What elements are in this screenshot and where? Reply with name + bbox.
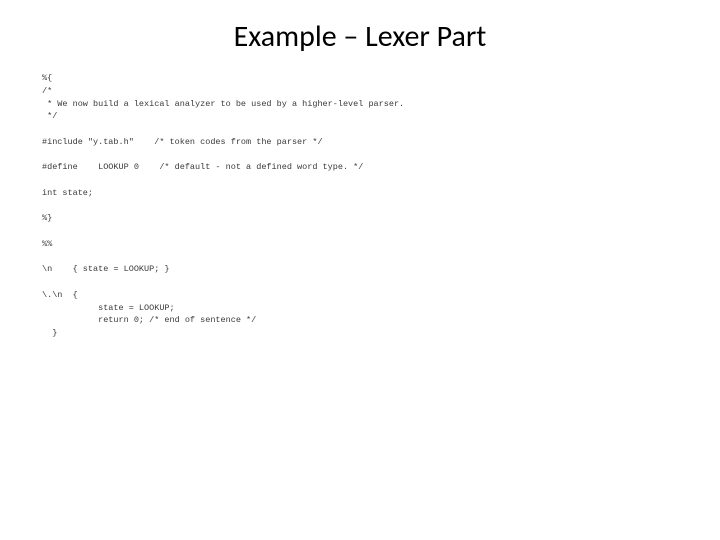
slide: Example – Lexer Part %{ /* * We now buil…	[0, 0, 720, 540]
code-block: %{ /* * We now build a lexical analyzer …	[42, 72, 672, 340]
slide-title: Example – Lexer Part	[0, 18, 720, 55]
